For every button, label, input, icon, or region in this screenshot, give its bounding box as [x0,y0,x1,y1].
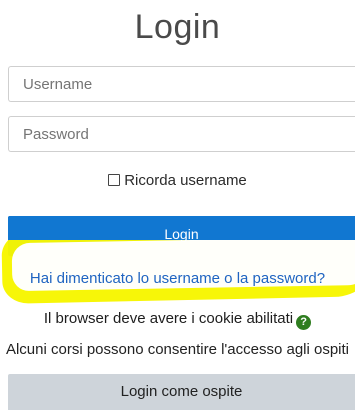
login-button-label[interactable]: Login [8,226,355,242]
cookies-notice: Il browser deve avere i cookie abilitati… [0,310,355,330]
guest-access-notice: Alcuni corsi possono consentire l'access… [5,341,350,358]
remember-checkbox[interactable] [108,174,121,186]
forgot-password-link[interactable]: Hai dimenticato lo username o la passwor… [0,270,355,287]
remember-label: Ricorda username [124,172,247,189]
help-icon[interactable]: ? [296,315,312,330]
username-field-wrapper[interactable] [8,66,355,102]
cookies-notice-text: Il browser deve avere i cookie abilitati [43,310,294,327]
username-input[interactable] [9,67,355,101]
password-input[interactable] [9,117,355,151]
page-title: Login [134,8,221,46]
remember-username[interactable]: Ricorda username [0,172,355,189]
password-field-wrapper[interactable] [8,116,355,152]
